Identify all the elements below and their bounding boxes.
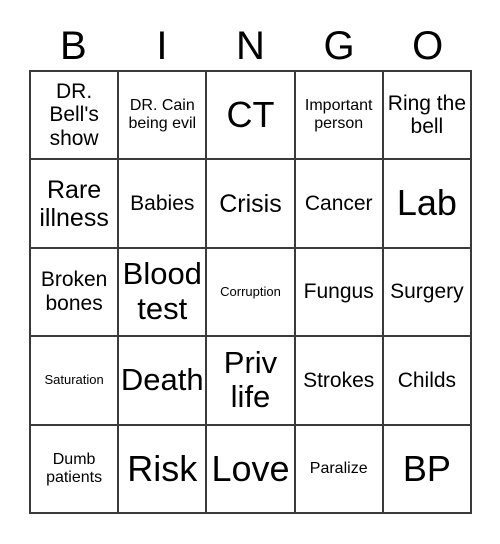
bingo-cell-label: Priv life	[223, 344, 278, 415]
bingo-cell-label: Ring the bell	[387, 91, 466, 139]
bingo-cell[interactable]: Broken bones	[31, 248, 120, 338]
bingo-cell-label: Babies	[130, 191, 195, 215]
bingo-cell[interactable]: Babies	[119, 160, 208, 249]
bingo-cell-label: Saturation	[44, 372, 104, 388]
bingo-cell-label: Corruption	[220, 283, 281, 299]
bingo-cell-label: Important person	[304, 97, 373, 133]
bingo-cell[interactable]: Paralize	[295, 425, 384, 514]
bingo-cell-label: Blood test	[122, 256, 202, 326]
bingo-cell[interactable]: Risk	[119, 425, 208, 514]
bingo-cell-label: Death	[120, 362, 204, 398]
bingo-grid: DR. Bell's show DR. Cain being evil CT Impo…	[29, 70, 472, 514]
bingo-header-letter-g: G	[323, 24, 355, 68]
bingo-header-row: B I N G O	[29, 22, 472, 70]
bingo-cell[interactable]: CT	[207, 72, 296, 161]
bingo-cell[interactable]: DR. Bell's show	[31, 72, 120, 161]
bingo-cell-label: Cancer	[304, 191, 373, 215]
bingo-cell-label: Strokes	[303, 368, 375, 392]
bingo-cell[interactable]: Rare illness	[31, 160, 120, 249]
bingo-cell-label: BP	[402, 447, 451, 489]
bingo-cell[interactable]: Corruption	[207, 248, 296, 338]
bingo-cell-label: Fungus	[303, 280, 374, 304]
bingo-header-letter-o: O	[412, 24, 444, 68]
bingo-header-letter-n: N	[236, 24, 265, 68]
bingo-cell-label: Dumb patients	[46, 450, 103, 486]
bingo-cell[interactable]: Cancer	[295, 160, 384, 249]
bingo-cell[interactable]: Crisis	[207, 160, 296, 249]
bingo-cell-label: Surgery	[390, 280, 464, 304]
bingo-cell-label: Broken bones	[40, 268, 108, 315]
bingo-cell[interactable]: Important person	[295, 72, 384, 161]
bingo-cell[interactable]: BP	[383, 425, 472, 514]
bingo-cell[interactable]: Lab	[383, 160, 472, 249]
bingo-cell-label: Crisis	[219, 189, 282, 218]
bingo-cell[interactable]: Priv life	[207, 337, 296, 426]
bingo-cell[interactable]: Death	[119, 337, 208, 426]
bingo-cell-label: Rare illness	[39, 175, 109, 232]
bingo-cell[interactable]: Love	[207, 425, 296, 514]
bingo-header-letter-b: B	[59, 24, 87, 68]
bingo-cell[interactable]: Saturation	[31, 337, 120, 426]
bingo-cell[interactable]: Surgery	[383, 248, 472, 338]
bingo-cell-label: Lab	[396, 182, 457, 224]
bingo-cell-label: DR. Cain being evil	[128, 97, 197, 133]
bingo-cell[interactable]: Strokes	[295, 337, 384, 426]
bingo-card: B I N G O DR. Bell's show DR. Cain being …	[0, 0, 500, 544]
bingo-cell[interactable]: Dumb patients	[31, 425, 120, 514]
bingo-cell-label: Love	[211, 447, 290, 489]
bingo-cell-label: DR. Bell's show	[49, 79, 99, 150]
bingo-cell-label: CT	[226, 94, 275, 136]
bingo-cell[interactable]: Childs	[383, 337, 472, 426]
bingo-cell[interactable]: DR. Cain being evil	[119, 72, 208, 161]
bingo-cell-label: Childs	[397, 368, 457, 392]
bingo-header-letter-i: I	[156, 24, 168, 68]
bingo-cell[interactable]: Fungus	[295, 248, 384, 338]
bingo-cell[interactable]: Blood test	[119, 248, 208, 338]
bingo-cell[interactable]: Ring the bell	[383, 72, 472, 161]
bingo-cell-label: Risk	[127, 447, 198, 489]
bingo-cell-label: Paralize	[309, 459, 368, 477]
